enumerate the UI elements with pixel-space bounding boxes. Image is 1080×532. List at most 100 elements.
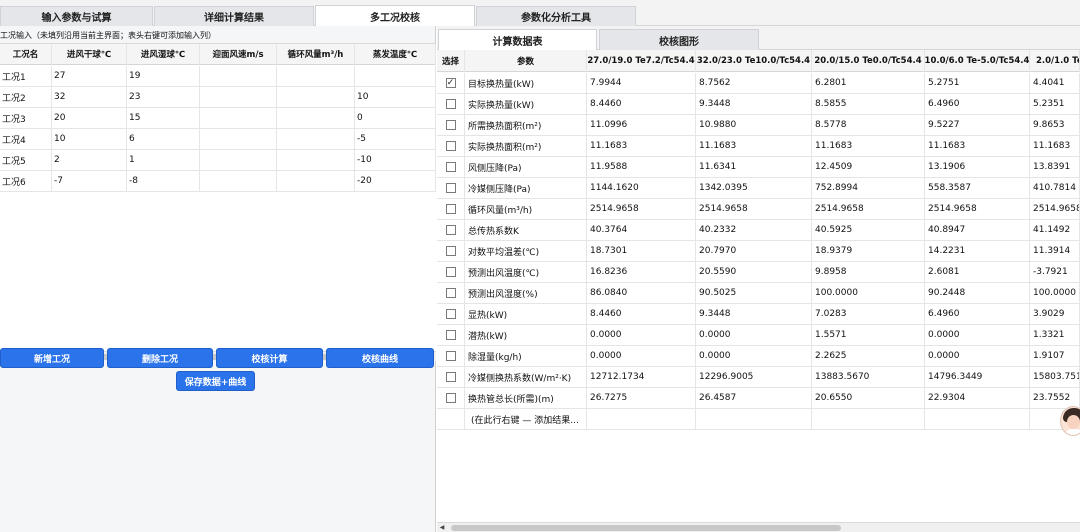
check-curve-button[interactable]: 校核曲线	[326, 348, 434, 368]
column-header-parameter[interactable]: 参数	[465, 50, 587, 72]
column-header-condition-2[interactable]: 32.0/23.0 Te10.0/Tc54.4	[696, 50, 812, 72]
cell-value: 26.7275	[587, 388, 696, 409]
select-checkbox[interactable]	[445, 120, 456, 130]
column-header-face-velocity[interactable]: 迎面风速m/s	[200, 44, 277, 65]
cell-value: 20.5590	[696, 262, 812, 283]
cell-inlet-wet-bulb[interactable]: -8	[127, 171, 200, 192]
cell-value: 40.5925	[812, 220, 925, 241]
select-checkbox[interactable]	[445, 246, 456, 256]
cell-value: 11.9588	[587, 157, 696, 178]
column-header-condition-1[interactable]: 27.0/19.0 Te7.2/Tc54.4	[587, 50, 696, 72]
column-header-inlet-wet-bulb[interactable]: 进风湿球℃	[127, 44, 200, 65]
cell-face-velocity[interactable]	[200, 66, 277, 87]
add-result-hint[interactable]: (在此行右键 — 添加结果...	[465, 409, 587, 430]
cell-condition-name[interactable]: 工况2	[0, 87, 52, 108]
condition-input-table[interactable]: 工况名 进风干球℃ 进风湿球℃ 迎面风速m/s 循环风量m³/h 蒸发温度℃ 工…	[0, 43, 436, 361]
cell-face-velocity[interactable]	[200, 129, 277, 150]
cell-inlet-wet-bulb[interactable]: 19	[127, 66, 200, 87]
cell-evap-temp[interactable]	[355, 66, 436, 87]
right-table-hscrollbar[interactable]: ◀	[437, 522, 1080, 532]
cell-evap-temp[interactable]: 10	[355, 87, 436, 108]
cell-air-flow[interactable]	[277, 150, 355, 171]
cell-face-velocity[interactable]	[200, 108, 277, 129]
select-checkbox[interactable]	[445, 330, 456, 340]
check-calc-button[interactable]: 校核计算	[216, 348, 323, 368]
tab-calc-data-table[interactable]: 计算数据表	[438, 29, 597, 50]
select-checkbox[interactable]	[445, 141, 456, 151]
cell-evap-temp[interactable]: 0	[355, 108, 436, 129]
cell-evap-temp[interactable]: -20	[355, 171, 436, 192]
cell-value: 20.7970	[696, 241, 812, 262]
table-row: 冷媒侧压降(Pa) 1144.1620 1342.0395 752.8994 558.3…	[437, 178, 1080, 199]
cell-air-flow[interactable]	[277, 129, 355, 150]
cell-inlet-dry-bulb[interactable]: 20	[52, 108, 127, 129]
select-checkbox[interactable]: ✓	[445, 78, 456, 88]
select-checkbox[interactable]	[445, 288, 456, 298]
column-header-condition-3[interactable]: 20.0/15.0 Te0.0/Tc54.4	[812, 50, 925, 72]
cell-condition-name[interactable]: 工况6	[0, 171, 52, 192]
cell-value: 13.8391	[1030, 157, 1080, 178]
cell-value: 0.0000	[696, 346, 812, 367]
cell-inlet-dry-bulb[interactable]: 10	[52, 129, 127, 150]
scroll-thumb[interactable]	[451, 525, 841, 531]
select-checkbox[interactable]	[445, 162, 456, 172]
cell-condition-name[interactable]: 工况1	[0, 66, 52, 87]
save-data-curve-button[interactable]: 保存数据+曲线	[176, 371, 255, 391]
column-header-select[interactable]: 选择	[437, 50, 465, 72]
column-header-air-flow[interactable]: 循环风量m³/h	[277, 44, 355, 65]
select-checkbox[interactable]	[445, 309, 456, 319]
cell-face-velocity[interactable]	[200, 171, 277, 192]
column-header-inlet-dry-bulb[interactable]: 进风干球℃	[52, 44, 127, 65]
cell-inlet-dry-bulb[interactable]: 32	[52, 87, 127, 108]
cell-face-velocity[interactable]	[200, 150, 277, 171]
cell-air-flow[interactable]	[277, 87, 355, 108]
tab-input-params[interactable]: 输入参数与试算	[0, 6, 153, 26]
select-checkbox[interactable]	[445, 225, 456, 235]
cell-value: 41.1492	[1030, 220, 1080, 241]
cell-air-flow[interactable]	[277, 171, 355, 192]
column-header-condition-4[interactable]: 10.0/6.0 Te-5.0/Tc54.4	[925, 50, 1030, 72]
add-condition-button[interactable]: 新增工况	[0, 348, 104, 368]
select-checkbox[interactable]	[445, 99, 456, 109]
column-header-condition-5[interactable]: 2.0/1.0 Te	[1030, 50, 1080, 72]
cell-value: 8.4460	[587, 304, 696, 325]
select-checkbox[interactable]	[445, 183, 456, 193]
select-checkbox[interactable]	[445, 267, 456, 277]
cell-inlet-wet-bulb[interactable]: 6	[127, 129, 200, 150]
cell-value: 2514.9658	[587, 199, 696, 220]
select-checkbox[interactable]	[445, 393, 456, 403]
results-tab-bar: 计算数据表 校核图形	[437, 26, 1080, 50]
tab-parametric-analysis[interactable]: 参数化分析工具	[476, 6, 636, 26]
column-header-condition-name[interactable]: 工况名	[0, 44, 52, 65]
cell-inlet-dry-bulb[interactable]: 27	[52, 66, 127, 87]
scroll-left-arrow-icon[interactable]: ◀	[437, 523, 447, 532]
cell-face-velocity[interactable]	[200, 87, 277, 108]
cell-condition-name[interactable]: 工况4	[0, 129, 52, 150]
cell-condition-name[interactable]: 工况3	[0, 108, 52, 129]
tab-multi-condition-check[interactable]: 多工况校核	[315, 5, 475, 27]
cell-inlet-dry-bulb[interactable]: -7	[52, 171, 127, 192]
cell-air-flow[interactable]	[277, 108, 355, 129]
cell-parameter: 风侧压降(Pa)	[465, 157, 587, 178]
table-row: 工况6 -7 -8 -20	[0, 171, 436, 192]
add-result-hint-row[interactable]: (在此行右键 — 添加结果...	[437, 409, 1080, 430]
cell-evap-temp[interactable]: -5	[355, 129, 436, 150]
cell-value: 40.3764	[587, 220, 696, 241]
assistant-avatar-icon[interactable]	[1060, 406, 1080, 436]
cell-value: 12712.1734	[587, 367, 696, 388]
cell-inlet-wet-bulb[interactable]: 15	[127, 108, 200, 129]
column-header-evap-temp[interactable]: 蒸发温度℃	[355, 44, 436, 65]
tab-check-graph[interactable]: 校核图形	[599, 29, 759, 50]
cell-condition-name[interactable]: 工况5	[0, 150, 52, 171]
select-checkbox[interactable]	[445, 204, 456, 214]
delete-condition-button[interactable]: 删除工况	[107, 348, 213, 368]
cell-inlet-wet-bulb[interactable]: 1	[127, 150, 200, 171]
tab-detailed-results[interactable]: 详细计算结果	[154, 6, 314, 26]
select-checkbox[interactable]	[445, 351, 456, 361]
cell-value: 752.8994	[812, 178, 925, 199]
cell-inlet-wet-bulb[interactable]: 23	[127, 87, 200, 108]
cell-evap-temp[interactable]: -10	[355, 150, 436, 171]
select-checkbox[interactable]	[445, 372, 456, 382]
cell-air-flow[interactable]	[277, 66, 355, 87]
cell-inlet-dry-bulb[interactable]: 2	[52, 150, 127, 171]
